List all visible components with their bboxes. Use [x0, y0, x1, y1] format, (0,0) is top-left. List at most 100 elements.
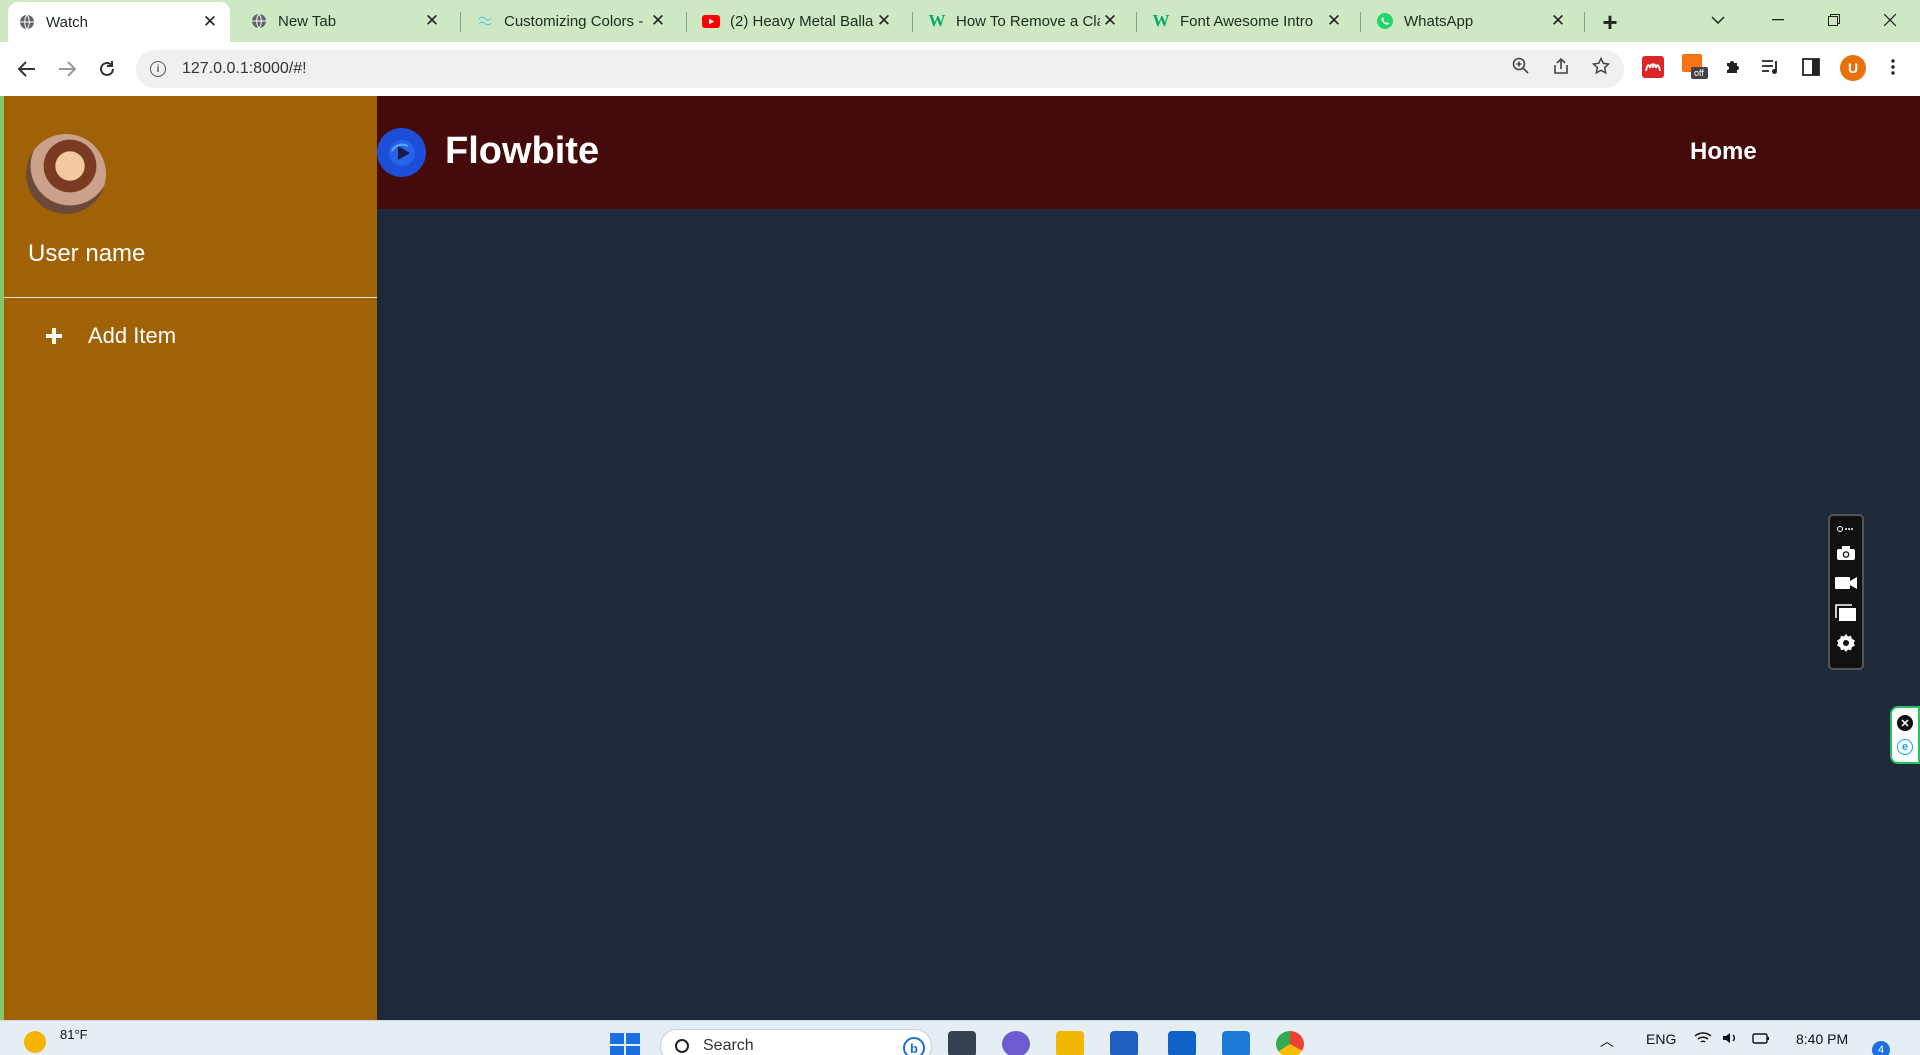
extensions-puzzle-icon[interactable] [1720, 54, 1746, 80]
weather-widget[interactable]: 81°F [24, 1027, 88, 1053]
avatar[interactable] [26, 134, 106, 214]
tab-watch[interactable]: Watch ✕ [8, 2, 230, 42]
tab-title: Font Awesome Intro [1180, 12, 1314, 30]
tab-new-tab[interactable]: New Tab ✕ [240, 6, 452, 36]
windows-taskbar: 81°F Search b ︿ ENG 8:40 PM 4 [0, 1020, 1920, 1055]
side-panel-icon[interactable] [1798, 54, 1824, 80]
close-icon[interactable]: ✕ [874, 11, 894, 31]
flowbite-logo-icon[interactable] [377, 128, 426, 177]
windows-start-icon[interactable] [610, 1033, 640, 1055]
back-icon[interactable] [10, 52, 44, 86]
taskbar-clock[interactable]: 8:40 PM [1796, 1031, 1848, 1047]
navbar: Flowbite Home [377, 96, 1920, 209]
mendeley-extension-icon[interactable] [1640, 54, 1666, 80]
browser-toolbar: i 127.0.0.1:8000/#! off U [0, 42, 1920, 96]
gear-icon[interactable] [1833, 628, 1859, 658]
task-view-icon[interactable] [948, 1031, 976, 1055]
teams-icon[interactable] [1002, 1031, 1030, 1055]
close-circle-icon[interactable]: ✕ [1897, 715, 1913, 732]
tab-customizing-colors[interactable]: Customizing Colors - ✕ [466, 6, 678, 36]
edge-side-widget: ✕ e [1890, 706, 1920, 764]
close-icon[interactable]: ✕ [1548, 11, 1568, 31]
mail-icon[interactable] [1168, 1031, 1196, 1055]
bookmark-star-icon[interactable] [1586, 51, 1616, 81]
close-icon[interactable]: ✕ [648, 11, 668, 31]
vscode-icon[interactable] [1222, 1031, 1250, 1055]
whatsapp-icon [1376, 12, 1394, 30]
language-indicator[interactable]: ENG [1646, 1031, 1676, 1047]
tab-separator [686, 12, 687, 32]
globe-icon [18, 13, 36, 31]
nav-home-link[interactable]: Home [1690, 138, 1757, 166]
tab-title: (2) Heavy Metal Ballac [730, 12, 874, 30]
minimize-icon[interactable] [1756, 4, 1800, 36]
url-text: 127.0.0.1:8000/#! [182, 60, 307, 77]
tab-separator [1136, 12, 1137, 32]
tab-how-to-remove[interactable]: W How To Remove a Cla ✕ [918, 6, 1130, 36]
share-icon[interactable] [1546, 51, 1576, 81]
globe-icon [250, 12, 268, 30]
tailwind-icon [476, 12, 494, 30]
media-controls-icon[interactable] [1758, 54, 1784, 80]
tray-chevron-icon[interactable]: ︿ [1600, 1031, 1614, 1051]
bing-icon[interactable]: b [903, 1037, 925, 1055]
recorder-menu-icon[interactable] [1833, 520, 1859, 538]
close-icon[interactable]: ✕ [200, 12, 220, 32]
extension-badge: off [1694, 68, 1704, 78]
close-icon[interactable]: ✕ [1324, 11, 1344, 31]
browser-chrome: Watch ✕ New Tab ✕ Customizing Colors - ✕… [0, 0, 1920, 96]
notification-badge[interactable]: 4 [1872, 1041, 1890, 1055]
add-item-label: Add Item [88, 323, 177, 348]
brand-name[interactable]: Flowbite [445, 130, 599, 173]
chrome-icon[interactable] [1276, 1031, 1304, 1055]
username: User name [28, 240, 146, 267]
video-camera-icon[interactable] [1833, 568, 1859, 598]
w3schools-icon: W [1152, 11, 1170, 30]
sidebar-divider [4, 297, 377, 298]
address-bar[interactable]: i 127.0.0.1:8000/#! [136, 50, 1624, 88]
weather-temp: 81°F [60, 1027, 88, 1042]
w3schools-icon: W [928, 11, 946, 30]
recorder-extension-icon[interactable]: off [1682, 54, 1708, 80]
tab-youtube[interactable]: (2) Heavy Metal Ballac ✕ [692, 6, 904, 36]
tab-separator [1584, 12, 1585, 32]
main-content [377, 209, 1920, 1020]
window-capture-icon[interactable] [1833, 598, 1859, 628]
camera-icon[interactable] [1833, 538, 1859, 568]
weather-icon [24, 1031, 46, 1053]
wifi-icon[interactable] [1694, 1031, 1712, 1048]
close-icon[interactable]: ✕ [422, 11, 442, 31]
tab-whatsapp[interactable]: WhatsApp ✕ [1366, 6, 1578, 36]
youtube-icon [702, 12, 720, 30]
taskbar-search-placeholder: Search [703, 1037, 754, 1054]
forward-icon[interactable] [50, 52, 84, 86]
more-menu-icon[interactable] [1880, 54, 1906, 80]
close-window-icon[interactable] [1868, 4, 1912, 36]
plus-icon [44, 326, 64, 346]
restore-icon[interactable] [1812, 4, 1856, 36]
floating-recorder-toolbar [1828, 514, 1864, 670]
profile-avatar[interactable]: U [1840, 55, 1866, 81]
e-badge-icon[interactable]: e [1897, 738, 1913, 755]
page-viewport: User name Add Item Flowbite Home ✕ e [0, 96, 1920, 1020]
close-icon[interactable]: ✕ [1100, 11, 1120, 31]
new-tab-button[interactable]: + [1596, 7, 1624, 37]
file-explorer-icon[interactable] [1056, 1031, 1084, 1055]
sidebar: User name Add Item [2, 96, 377, 1020]
microsoft-store-icon[interactable] [1110, 1031, 1138, 1055]
reload-icon[interactable] [90, 52, 124, 86]
zoom-icon[interactable] [1506, 51, 1536, 81]
tab-separator [912, 12, 913, 32]
taskbar-search[interactable]: Search b [660, 1029, 932, 1055]
tab-title: Customizing Colors - [504, 12, 644, 30]
tab-search-chevron-icon[interactable] [1696, 4, 1740, 36]
battery-icon[interactable] [1752, 1031, 1770, 1048]
search-icon [675, 1039, 689, 1053]
tab-separator [1360, 12, 1361, 32]
add-item-button[interactable]: Add Item [44, 318, 176, 354]
site-info-icon[interactable]: i [150, 61, 166, 77]
volume-icon[interactable] [1722, 1031, 1738, 1048]
tab-font-awesome[interactable]: W Font Awesome Intro ✕ [1142, 6, 1354, 36]
tab-title: How To Remove a Cla [956, 12, 1100, 30]
tab-title: New Tab [278, 12, 337, 30]
